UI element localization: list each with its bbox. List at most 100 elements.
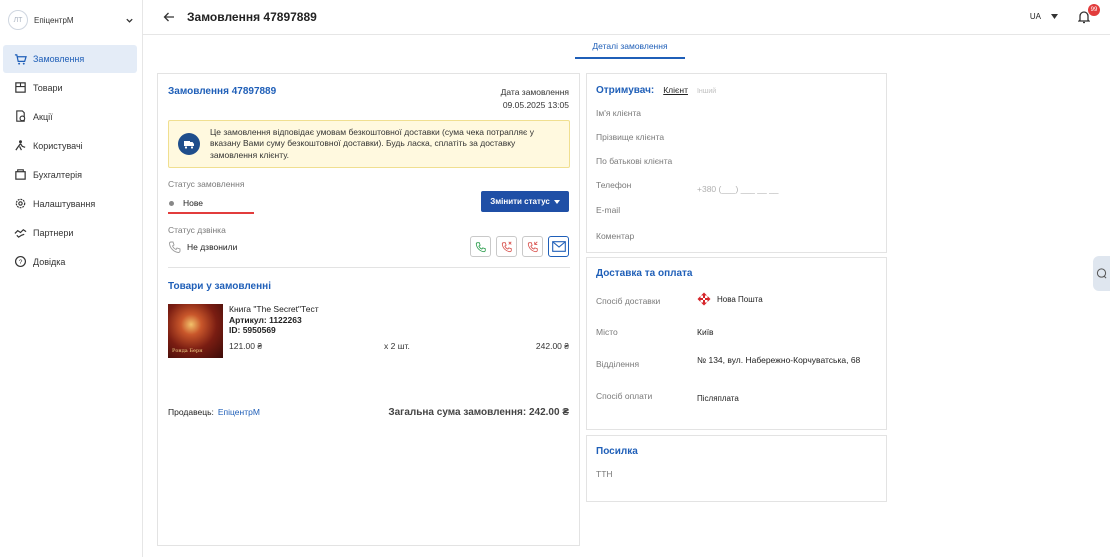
- sidebar-item-users[interactable]: Користувачі: [3, 131, 137, 160]
- parcel-title: Посилка: [596, 446, 638, 457]
- city-label: Місто: [596, 327, 618, 337]
- sidebar-item-label: Довідка: [33, 256, 66, 267]
- sidebar-item-settings[interactable]: Налаштування: [3, 189, 137, 218]
- box-icon: [13, 81, 27, 95]
- city-value: Київ: [697, 327, 714, 337]
- comment-field[interactable]: Коментар: [596, 231, 634, 241]
- call-rejected-button[interactable]: [522, 236, 543, 257]
- order-status-label: Статус замовлення: [168, 179, 245, 189]
- first-name-field[interactable]: Ім'я клієнта: [596, 108, 641, 118]
- phone-missed-icon: [501, 241, 512, 252]
- product-name[interactable]: Книга "The Secret"Тест: [229, 304, 319, 315]
- delivery-method-label: Спосіб доставки: [596, 296, 661, 306]
- store-logo: ЛТ: [8, 10, 28, 30]
- email-field[interactable]: E-mail: [596, 205, 620, 215]
- recipient-card: Отримувач: Клієнт Інший Ім'я клієнта Прі…: [586, 73, 887, 253]
- status-dot-icon: [169, 200, 174, 206]
- sidebar: ЛТ ЕпіцентрМ Замовлення Товари Акції Кор…: [0, 0, 143, 557]
- patronymic-field[interactable]: По батькові клієнта: [596, 156, 672, 166]
- phone-rejected-icon: [527, 241, 538, 252]
- recipient-title: Отримувач:: [596, 85, 655, 96]
- call-status: Не дзвонили: [168, 240, 237, 254]
- caret-down-icon: [553, 199, 560, 204]
- product-price: 121.00 ₴: [229, 341, 263, 351]
- product-id: ID: 5950569: [229, 325, 276, 335]
- branch-value: № 134, вул. Набережно-Корчуватська, 68: [697, 355, 861, 365]
- svg-text:?: ?: [18, 259, 22, 266]
- change-status-button[interactable]: Змінити статус: [481, 191, 569, 212]
- send-email-button[interactable]: [548, 236, 569, 257]
- last-name-field[interactable]: Прізвище клієнта: [596, 132, 664, 142]
- order-date: Дата замовлення 09.05.2025 13:05: [501, 86, 569, 112]
- sidebar-item-label: Товари: [33, 82, 63, 93]
- seller-link[interactable]: ЕпіцентрМ: [218, 407, 260, 417]
- seller-label: Продавець:: [168, 407, 214, 417]
- order-status: Нове: [168, 194, 254, 214]
- sidebar-item-label: Замовлення: [33, 54, 85, 64]
- chat-icon: [1096, 268, 1107, 279]
- call-missed-button[interactable]: [496, 236, 517, 257]
- delivery-card: Доставка та оплата Спосіб доставки Нова …: [586, 257, 887, 430]
- divider: [168, 267, 570, 268]
- sidebar-item-products[interactable]: Товари: [3, 73, 137, 102]
- help-icon: ?: [13, 255, 27, 269]
- sidebar-item-promotions[interactable]: Акції: [3, 102, 137, 131]
- page-header: Замовлення 47897889 UA 99: [143, 0, 1110, 35]
- chat-widget-tab[interactable]: [1093, 256, 1110, 291]
- branch-label: Відділення: [596, 359, 640, 369]
- language-select[interactable]: UA: [1030, 12, 1058, 21]
- delivery-method-value: Нова Пошта: [697, 292, 763, 306]
- sidebar-item-partners[interactable]: Партнери: [3, 218, 137, 247]
- product-image[interactable]: Ронда Берн: [168, 304, 223, 358]
- product-quantity: x 2 шт.: [384, 341, 410, 351]
- call-answered-button[interactable]: [470, 236, 491, 257]
- payment-value: Післяплата: [697, 394, 739, 403]
- phone-input[interactable]: +380 (___) ___ __ __: [697, 184, 779, 194]
- parcel-card: Посилка ТТН: [586, 435, 887, 502]
- product-sku: Артикул: 1122263: [229, 314, 302, 325]
- handshake-icon: [13, 226, 27, 240]
- gear-icon: [13, 197, 27, 211]
- nova-poshta-logo-icon: [697, 292, 711, 306]
- store-name: ЕпіцентрМ: [34, 15, 74, 25]
- store-switcher[interactable]: ЛТ ЕпіцентрМ: [0, 0, 142, 40]
- delivery-truck-icon: [178, 133, 200, 155]
- sidebar-item-help[interactable]: ? Довідка: [3, 247, 137, 276]
- phone-outline-icon: [169, 241, 181, 253]
- product-sum: 242.00 ₴: [535, 341, 569, 351]
- sidebar-item-label: Налаштування: [33, 198, 96, 209]
- cart-icon: [13, 52, 27, 66]
- users-icon: [13, 139, 27, 153]
- call-actions: [470, 236, 569, 257]
- chevron-down-icon: [124, 15, 134, 25]
- seller: Продавець: ЕпіцентрМ: [168, 407, 260, 417]
- change-status-label: Змінити статус: [490, 197, 550, 206]
- back-arrow-icon[interactable]: [163, 10, 177, 24]
- sidebar-nav: Замовлення Товари Акції Користувачі Бухг…: [0, 45, 142, 276]
- delivery-title: Доставка та оплата: [596, 268, 693, 279]
- call-status-value: Не дзвонили: [187, 242, 238, 252]
- payment-label: Спосіб оплати: [596, 391, 653, 401]
- order-date-label: Дата замовлення: [500, 87, 569, 97]
- phone-label: Телефон: [596, 180, 632, 190]
- notice-text: Це замовлення відповідає умовам безкошто…: [210, 126, 534, 160]
- recipient-header: Отримувач: Клієнт Інший: [596, 85, 716, 96]
- language-value: UA: [1029, 12, 1041, 21]
- cover-text: Ронда Берн: [172, 348, 203, 354]
- order-card: Замовлення 47897889 Дата замовлення 09.0…: [157, 73, 580, 546]
- sidebar-item-accounting[interactable]: Бухгалтерія: [3, 160, 137, 189]
- tab-client[interactable]: Клієнт: [663, 85, 688, 95]
- product-info: Книга "The Secret"Тест Артикул: 1122263 …: [229, 304, 319, 336]
- free-delivery-notice: Це замовлення відповідає умовам безкошто…: [168, 120, 570, 168]
- tab-order-details[interactable]: Деталі замовлення: [575, 35, 685, 59]
- promo-icon: [13, 110, 27, 124]
- sidebar-item-label: Користувачі: [33, 140, 83, 151]
- goods-title: Товари у замовленні: [168, 281, 271, 292]
- phone-green-icon: [475, 241, 486, 252]
- sidebar-item-orders[interactable]: Замовлення: [3, 45, 137, 73]
- notification-badge: 99: [1088, 4, 1100, 16]
- sidebar-item-label: Бухгалтерія: [33, 169, 82, 180]
- tab-other[interactable]: Інший: [697, 88, 716, 95]
- delivery-method-text: Нова Пошта: [717, 294, 763, 304]
- order-status-value: Нове: [183, 198, 204, 208]
